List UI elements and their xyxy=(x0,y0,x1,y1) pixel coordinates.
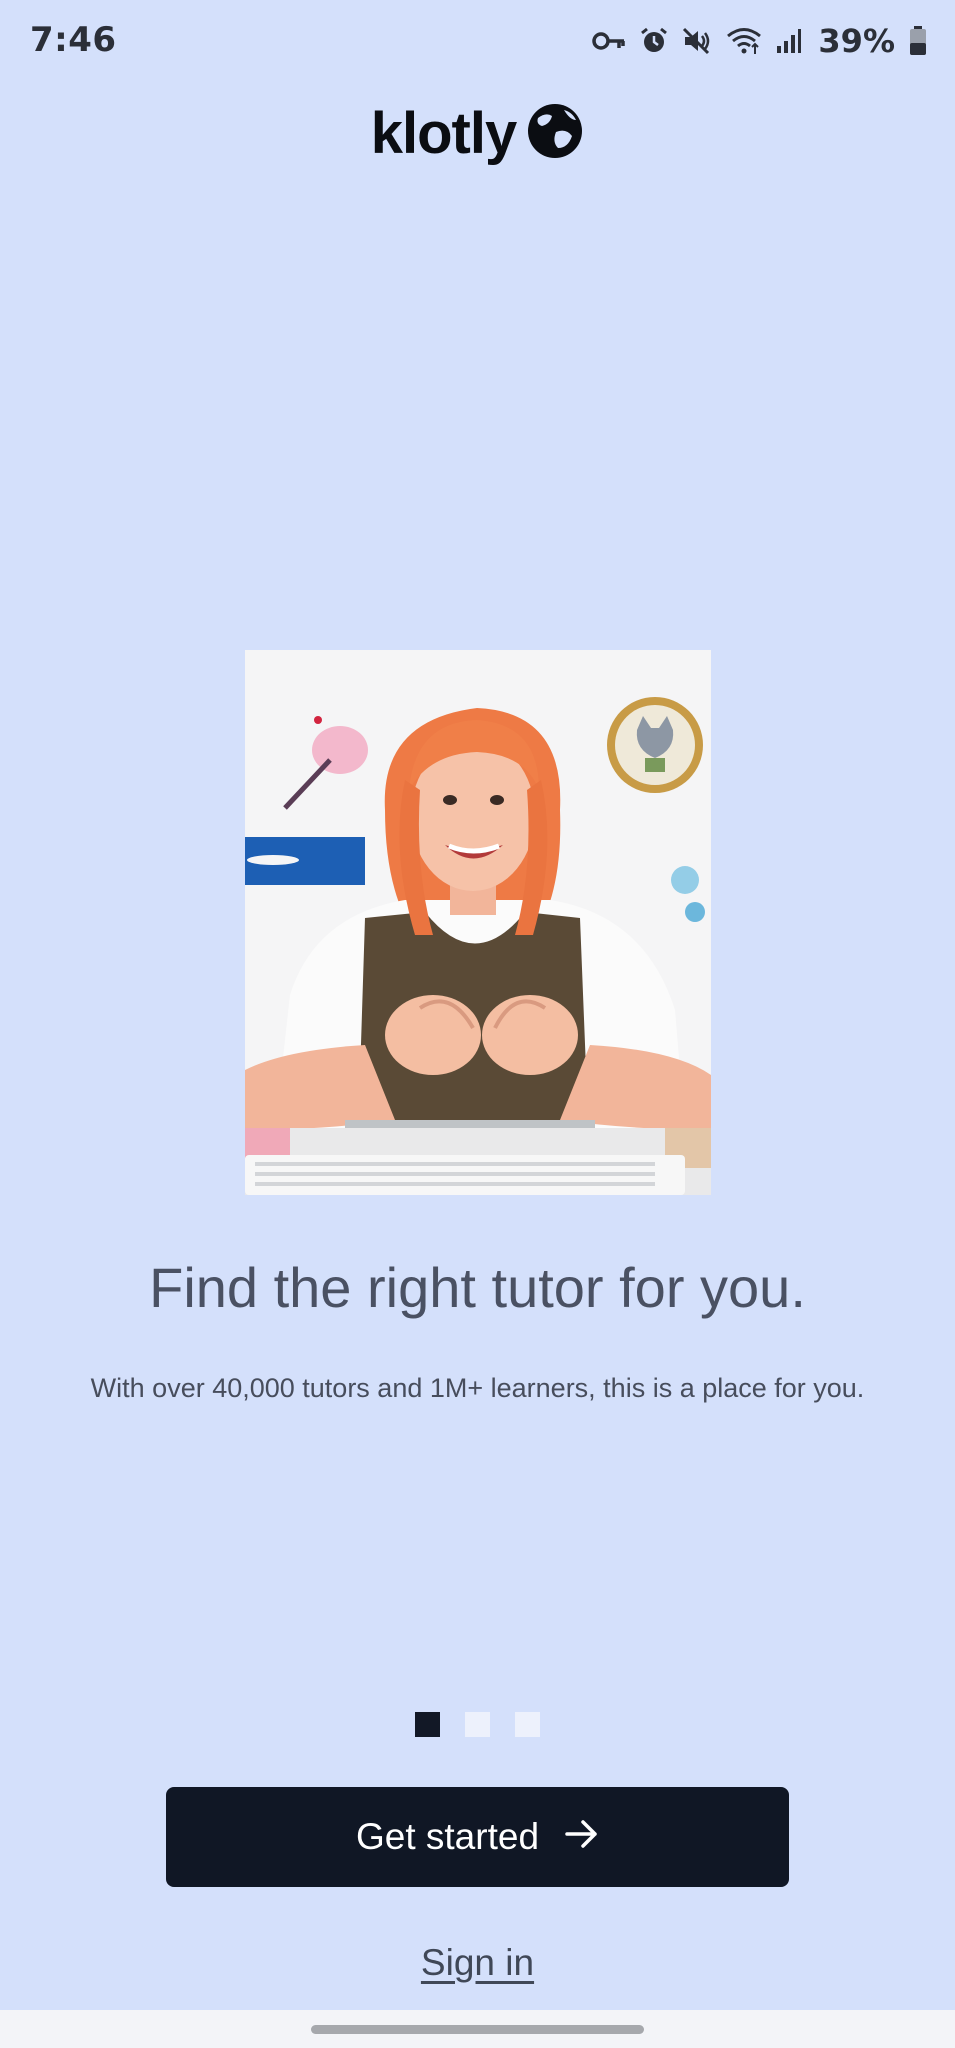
onboarding-headline: Find the right tutor for you. xyxy=(149,1256,806,1319)
status-bar: 7:46 39% xyxy=(0,0,955,86)
page-indicator xyxy=(0,1712,955,1737)
status-icons: 39% xyxy=(592,22,927,60)
wifi-icon xyxy=(726,26,762,56)
page-dot-3[interactable] xyxy=(515,1712,540,1737)
vpn-key-icon xyxy=(592,30,626,52)
navigation-bar xyxy=(0,2010,955,2048)
sign-in-link[interactable]: Sign in xyxy=(0,1942,955,1984)
get-started-label: Get started xyxy=(355,1816,540,1857)
get-started-button[interactable]: Get started xyxy=(166,1787,789,1887)
brand-logo: klotly xyxy=(0,100,955,167)
globe-icon xyxy=(526,102,584,165)
signal-icon xyxy=(776,28,802,54)
battery-percentage: 39% xyxy=(818,22,895,60)
battery-icon xyxy=(909,26,927,56)
brand-name: klotly xyxy=(370,101,517,166)
alarm-icon xyxy=(640,27,668,55)
hero-image xyxy=(245,650,711,1195)
arrow-right-icon xyxy=(565,1816,599,1858)
home-indicator[interactable] xyxy=(311,2025,644,2034)
page-dot-2[interactable] xyxy=(465,1712,490,1737)
onboarding-subhead: With over 40,000 tutors and 1M+ learners… xyxy=(90,1373,865,1403)
status-time: 7:46 xyxy=(30,20,117,60)
mute-icon xyxy=(682,27,712,55)
page-dot-1[interactable] xyxy=(415,1712,440,1737)
